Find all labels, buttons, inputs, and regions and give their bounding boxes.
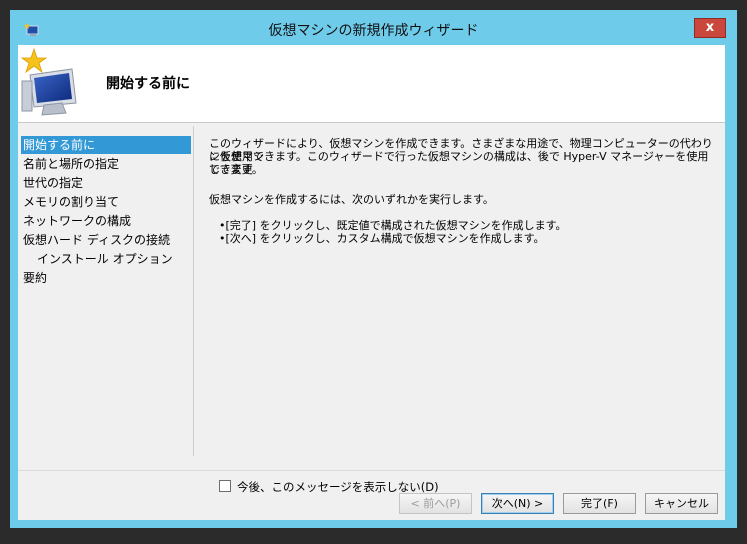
instruction-text: 仮想マシンを作成するには、次のいずれかを実行します。 (209, 193, 494, 206)
nav-step-network[interactable]: ネットワークの構成 (21, 212, 191, 230)
previous-button[interactable]: < 前へ(P) (399, 493, 472, 514)
nav-step-install-options[interactable]: インストール オプション (21, 250, 191, 268)
window-title: 仮想マシンの新規作成ウィザード (268, 23, 479, 39)
dont-show-again-checkbox[interactable] (219, 480, 231, 492)
bullet-next: •[次へ] をクリックし、カスタム構成で仮想マシンを作成します。 (219, 232, 545, 245)
nav-step-before-you-begin[interactable]: 開始する前に (21, 136, 191, 154)
nav-step-memory[interactable]: メモリの割り当て (21, 193, 191, 211)
finish-button[interactable]: 完了(F) (563, 493, 636, 514)
intro-text-line-3: できます。 (209, 163, 263, 176)
close-button[interactable]: x (694, 18, 726, 38)
new-vm-icon (20, 47, 88, 117)
nav-step-generation[interactable]: 世代の指定 (21, 174, 191, 192)
wizard-window: 仮想マシンの新規作成ウィザード x 開始する前に 開始する前に 名前と場所の指定… (10, 10, 737, 528)
footer-divider (18, 470, 725, 471)
nav-step-summary[interactable]: 要約 (21, 269, 191, 287)
nav-step-name-location[interactable]: 名前と場所の指定 (21, 155, 191, 173)
nav-step-virtual-disk[interactable]: 仮想ハード ディスクの接続 (21, 231, 191, 249)
title-bar[interactable]: 仮想マシンの新規作成ウィザード x (10, 10, 737, 45)
bullet-finish: •[完了] をクリックし、既定値で構成された仮想マシンを作成します。 (219, 219, 567, 232)
wizard-header: 開始する前に (18, 45, 725, 123)
wizard-client: 開始する前に 開始する前に 名前と場所の指定 世代の指定 メモリの割り当て ネッ… (18, 45, 725, 520)
cancel-button[interactable]: キャンセル (645, 493, 718, 514)
wizard-step-list: 開始する前に 名前と場所の指定 世代の指定 メモリの割り当て ネットワークの構成… (21, 126, 194, 456)
intro-text-line-2: ンを使用できます。このウィザードで行った仮想マシンの構成は、後で Hyper-V… (209, 150, 709, 176)
next-button[interactable]: 次へ(N) > (481, 493, 554, 514)
page-title: 開始する前に (106, 76, 190, 92)
